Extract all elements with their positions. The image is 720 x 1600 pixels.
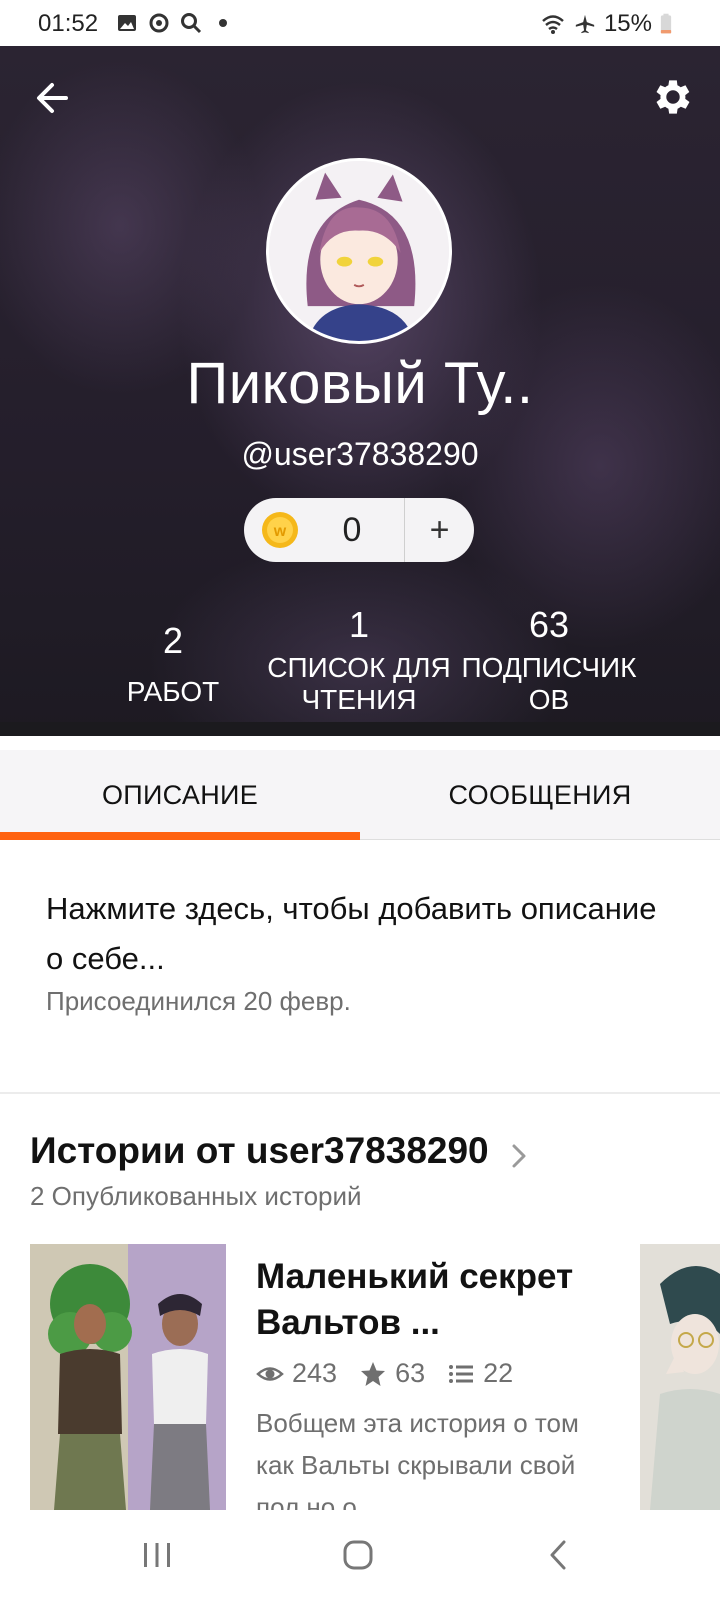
image-icon bbox=[118, 15, 136, 31]
story-cover-next[interactable] bbox=[640, 1244, 720, 1510]
search-icon bbox=[181, 13, 202, 34]
sync-icon bbox=[149, 13, 169, 33]
section-divider bbox=[0, 1092, 720, 1094]
battery-percent: 15% bbox=[603, 10, 652, 37]
stories-title[interactable]: Истории от user37838290 bbox=[30, 1130, 489, 1172]
battery-icon bbox=[660, 13, 672, 34]
recent-apps-icon[interactable] bbox=[132, 1530, 182, 1580]
stat-reading-list[interactable]: 1 СПИСОК ДЛЯ ЧТЕНИЯ bbox=[264, 604, 454, 716]
status-time: 01:52 bbox=[38, 10, 99, 37]
airplane-icon bbox=[575, 14, 595, 34]
stat-reading-value: 1 bbox=[348, 604, 370, 645]
stat-followers[interactable]: 63 ПОДПИСЧИК ОВ bbox=[454, 604, 644, 716]
story-cover-next-art bbox=[640, 1244, 720, 1510]
tab-messages[interactable]: СООБЩЕНИЯ bbox=[360, 750, 720, 839]
story-cover-art bbox=[30, 1244, 226, 1510]
joined-date: Присоединился 20 февр. bbox=[46, 986, 351, 1016]
coins-widget[interactable]: w 0 + bbox=[244, 498, 474, 562]
story-votes: 63 bbox=[395, 1358, 426, 1388]
profile-tabs: ОПИСАНИЕ СООБЩЕНИЯ bbox=[0, 750, 720, 840]
arrow-left-icon[interactable] bbox=[30, 76, 74, 120]
dot-icon bbox=[219, 19, 227, 27]
story-card[interactable]: Маленький секрет Вальтов ... 243 63 22 В… bbox=[30, 1244, 630, 1522]
star-icon bbox=[361, 1361, 386, 1386]
eye-icon bbox=[256, 1366, 284, 1381]
gear-icon[interactable] bbox=[650, 74, 696, 120]
profile-handle: @user37838290 bbox=[241, 436, 479, 472]
add-coins-button[interactable]: + bbox=[405, 498, 474, 562]
profile-header: Пиковый Ту.. @user37838290 w 0 + 2 РАБОТ… bbox=[0, 46, 720, 736]
coin-count: 0 bbox=[342, 510, 362, 549]
svg-text:w: w bbox=[273, 523, 287, 540]
description-prompt[interactable]: Нажмите здесь, чтобы добавить описание о… bbox=[46, 884, 666, 984]
stat-reading-label-2: ЧТЕНИЯ bbox=[301, 684, 417, 715]
wifi-icon bbox=[542, 15, 564, 34]
back-icon[interactable] bbox=[534, 1530, 584, 1580]
home-icon[interactable] bbox=[333, 1530, 383, 1580]
stat-works-label: РАБОТ bbox=[126, 676, 220, 707]
story-cover[interactable] bbox=[30, 1244, 226, 1510]
description-section[interactable]: Нажмите здесь, чтобы добавить описание о… bbox=[46, 884, 666, 1017]
story-reads: 243 bbox=[292, 1358, 338, 1388]
stat-reading-label-1: СПИСОК ДЛЯ bbox=[267, 652, 451, 683]
stat-works-value: 2 bbox=[162, 620, 184, 661]
stat-works[interactable]: 2 РАБОТ bbox=[118, 620, 228, 708]
tab-active-indicator bbox=[0, 832, 360, 840]
tab-description[interactable]: ОПИСАНИЕ bbox=[0, 750, 360, 839]
story-parts: 22 bbox=[483, 1358, 514, 1388]
avatar-illustration bbox=[269, 161, 449, 341]
system-nav-bar bbox=[0, 1510, 720, 1600]
chevron-right-icon[interactable] bbox=[508, 1140, 530, 1172]
stat-followers-label-1: ПОДПИСЧИК bbox=[461, 652, 637, 683]
list-icon bbox=[449, 1364, 474, 1383]
story-title[interactable]: Маленький секрет Вальтов ... bbox=[256, 1254, 606, 1346]
status-bar: 01:52 15% bbox=[0, 0, 720, 46]
status-icons-right: 15% bbox=[540, 10, 672, 38]
avatar[interactable] bbox=[266, 158, 452, 344]
stat-followers-value: 63 bbox=[528, 604, 570, 645]
stories-subtitle: 2 Опубликованных историй bbox=[30, 1181, 362, 1211]
status-icons-left bbox=[116, 12, 234, 34]
stat-followers-label-2: ОВ bbox=[528, 684, 570, 715]
coin-icon: w bbox=[262, 512, 298, 548]
story-stats: 243 63 22 bbox=[256, 1358, 535, 1389]
profile-name: Пиковый Ту.. bbox=[186, 351, 534, 416]
